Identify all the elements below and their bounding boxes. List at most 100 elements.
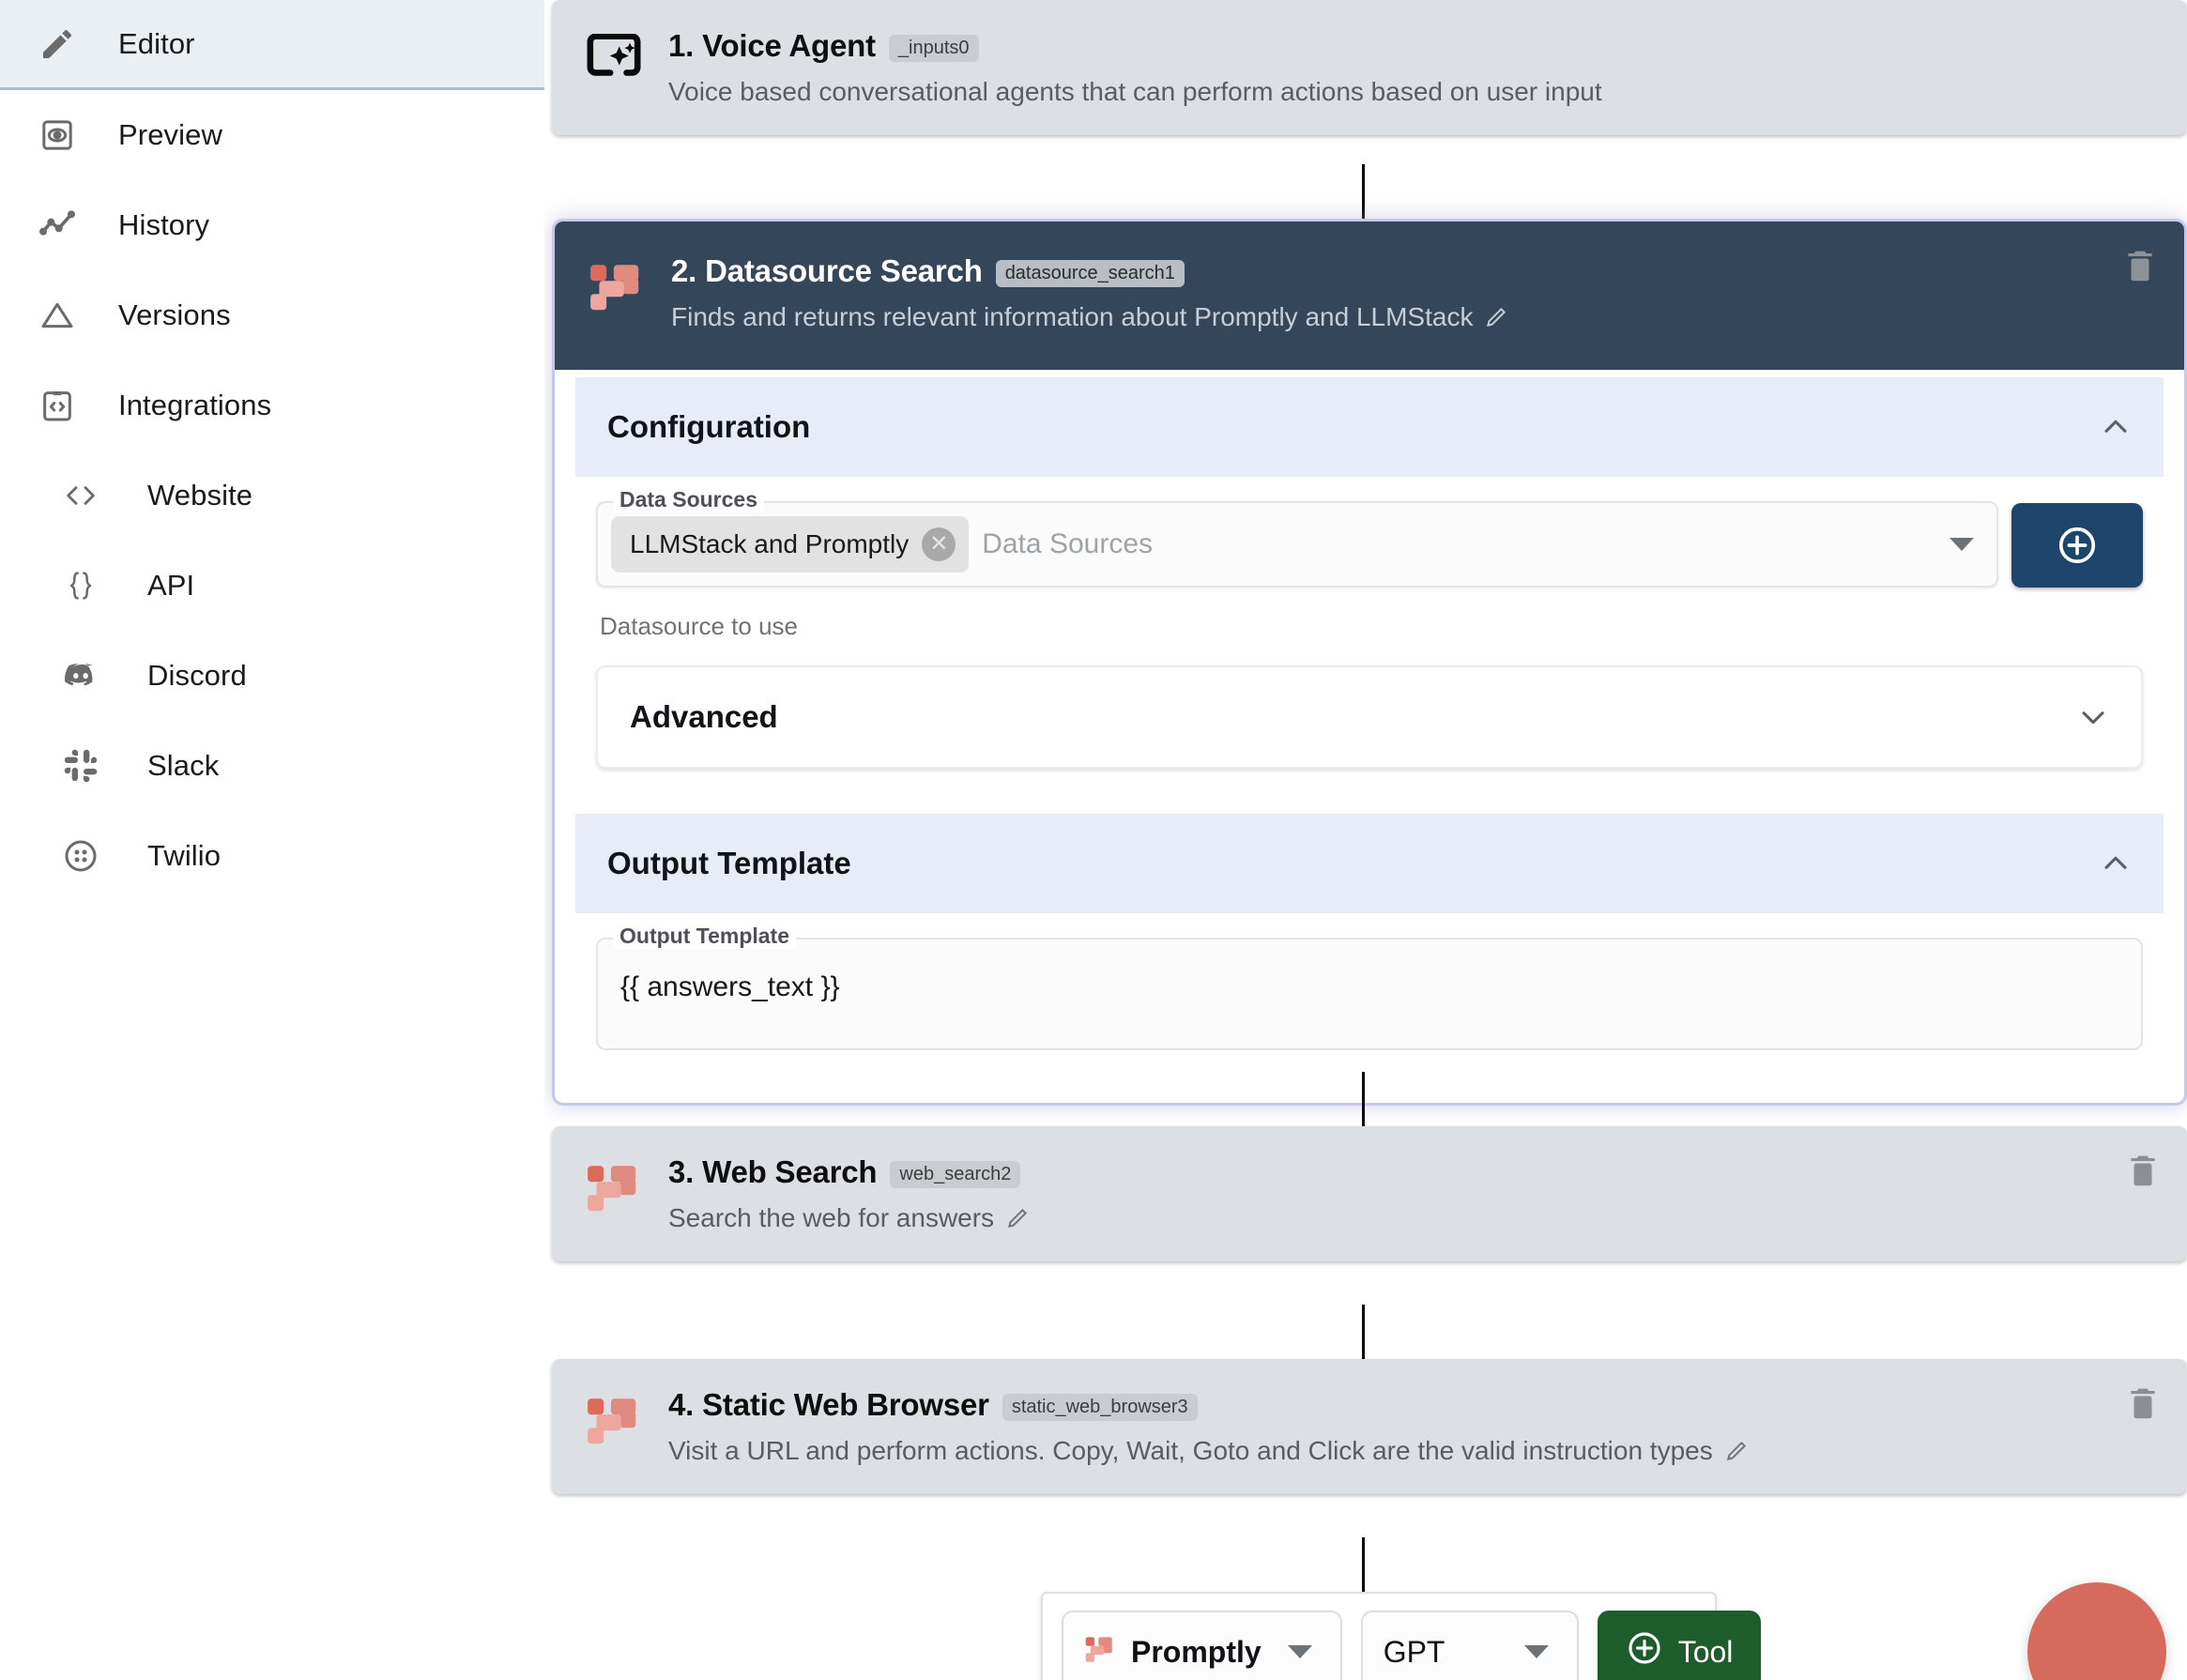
remove-chip-icon[interactable]: ✕ xyxy=(922,527,956,561)
edit-description-pencil-icon[interactable] xyxy=(1484,305,1508,329)
promptly-logo-icon xyxy=(580,1154,648,1218)
data-sources-field[interactable]: Data Sources LLMStack and Promptly ✕ Dat… xyxy=(596,487,1998,588)
node-text: 1. Voice Agent _inputs0 Voice based conv… xyxy=(648,28,2155,107)
line-chart-icon xyxy=(28,206,86,244)
data-sources-legend: Data Sources xyxy=(613,487,765,512)
chevron-down-icon[interactable] xyxy=(2077,701,2109,733)
code-board-icon xyxy=(28,387,86,424)
sidebar-item-label: API xyxy=(147,569,195,602)
provider-select-label: Promptly xyxy=(1131,1634,1262,1669)
chat-fab-button[interactable] xyxy=(2027,1582,2166,1680)
sidebar-item-api[interactable]: API xyxy=(0,541,544,631)
promptly-logo-icon xyxy=(580,1387,648,1451)
sidebar-item-label: Versions xyxy=(118,298,231,331)
sidebar-item-label: Slack xyxy=(147,749,220,782)
model-select[interactable]: GPT xyxy=(1360,1611,1579,1680)
workflow-canvas: 1. Voice Agent _inputs0 Voice based conv… xyxy=(544,0,2187,1680)
sidebar-item-twilio[interactable]: Twilio xyxy=(0,811,544,901)
node-description: Search the web for answers xyxy=(668,1203,995,1232)
node-description-row: Voice based conversational agents that c… xyxy=(668,77,2155,107)
advanced-subpanel-header[interactable]: Advanced xyxy=(596,665,2143,769)
sidebar-item-label: Website xyxy=(147,479,253,512)
configuration-panel-header[interactable]: Configuration xyxy=(575,377,2164,477)
sidebar-item-website[interactable]: Website xyxy=(0,451,544,541)
data-source-chip-label: LLMStack and Promptly xyxy=(630,529,910,558)
delete-node-icon[interactable] xyxy=(2125,1153,2161,1197)
delete-node-icon[interactable] xyxy=(2125,1385,2161,1429)
app-root: Editor Preview History Versions Integrat… xyxy=(0,0,2187,1680)
node-title-row: 2. Datasource Search datasource_search1 xyxy=(671,253,2152,289)
data-source-chip[interactable]: LLMStack and Promptly ✕ xyxy=(611,516,970,573)
sidebar-item-versions[interactable]: Versions xyxy=(0,270,544,360)
node-text: 3. Web Search web_search2 Search the web… xyxy=(648,1154,2155,1233)
node-description-row: Visit a URL and perform actions. Copy, W… xyxy=(668,1436,2155,1466)
node-body: Configuration Data Sources LLMStack and … xyxy=(555,370,2184,1078)
chevron-down-icon[interactable] xyxy=(1287,1645,1312,1658)
sidebar-item-history[interactable]: History xyxy=(0,180,544,270)
data-sources-input[interactable]: LLMStack and Promptly ✕ Data Sources xyxy=(596,501,1998,588)
delete-node-icon[interactable] xyxy=(2122,248,2158,292)
sidebar-item-editor[interactable]: Editor xyxy=(0,0,544,90)
sidebar-item-label: Preview xyxy=(118,118,222,151)
output-template-panel: Output Template Output Template {{ answe… xyxy=(575,814,2164,1078)
chevron-down-icon[interactable] xyxy=(1950,538,1974,551)
voice-agent-icon xyxy=(580,28,648,83)
node-description-row: Finds and returns relevant information a… xyxy=(671,302,2152,332)
node-title: 1. Voice Agent xyxy=(668,28,876,63)
edit-description-pencil-icon[interactable] xyxy=(1005,1206,1030,1230)
node-title-row: 3. Web Search web_search2 xyxy=(668,1154,2155,1190)
node-id-chip: datasource_search1 xyxy=(995,259,1185,287)
node-id-chip: web_search2 xyxy=(890,1160,1021,1188)
add-node-toolbar: Promptly GPT Tool xyxy=(1041,1592,1762,1680)
node-header: 3. Web Search web_search2 Search the web… xyxy=(552,1126,2187,1261)
add-datasource-button[interactable] xyxy=(2011,503,2143,588)
curly-braces-icon xyxy=(52,567,110,604)
slack-icon xyxy=(52,748,110,784)
model-select-label: GPT xyxy=(1383,1634,1445,1669)
node-header: 2. Datasource Search datasource_search1 … xyxy=(555,221,2184,370)
add-tool-button[interactable]: Tool xyxy=(1597,1611,1762,1680)
output-template-legend: Output Template xyxy=(613,924,797,949)
sidebar-item-label: Discord xyxy=(147,659,247,692)
advanced-subpanel-title: Advanced xyxy=(630,699,778,734)
sidebar-item-preview[interactable]: Preview xyxy=(0,90,544,180)
chevron-up-icon[interactable] xyxy=(2100,411,2132,443)
sidebar-item-label: Editor xyxy=(118,26,195,60)
node-datasource-search[interactable]: 2. Datasource Search datasource_search1 … xyxy=(552,219,2187,1106)
connector-3-4 xyxy=(1362,1305,1365,1359)
data-sources-row: Data Sources LLMStack and Promptly ✕ Dat… xyxy=(596,487,2143,595)
chevron-up-icon[interactable] xyxy=(2100,848,2132,879)
configuration-panel-body: Data Sources LLMStack and Promptly ✕ Dat… xyxy=(575,477,2164,789)
output-template-panel-title: Output Template xyxy=(607,846,851,880)
sidebar: Editor Preview History Versions Integrat… xyxy=(0,0,544,1680)
promptly-logo-icon xyxy=(583,253,650,317)
node-title: 2. Datasource Search xyxy=(671,253,983,288)
node-description: Visit a URL and perform actions. Copy, W… xyxy=(668,1436,1713,1465)
sidebar-item-discord[interactable]: Discord xyxy=(0,631,544,721)
plus-circle-icon xyxy=(1626,1629,1663,1674)
node-text: 2. Datasource Search datasource_search1 … xyxy=(650,253,2152,332)
node-title: 4. Static Web Browser xyxy=(668,1387,989,1422)
angle-brackets-icon xyxy=(52,477,110,514)
edit-description-pencil-icon[interactable] xyxy=(1724,1439,1749,1463)
node-voice-agent[interactable]: 1. Voice Agent _inputs0 Voice based conv… xyxy=(552,0,2187,135)
node-header: 4. Static Web Browser static_web_browser… xyxy=(552,1359,2187,1494)
node-web-search[interactable]: 3. Web Search web_search2 Search the web… xyxy=(552,1126,2187,1261)
node-id-chip: static_web_browser3 xyxy=(1002,1393,1198,1421)
sidebar-item-slack[interactable]: Slack xyxy=(0,721,544,811)
configuration-panel: Configuration Data Sources LLMStack and … xyxy=(575,377,2164,789)
sidebar-item-integrations[interactable]: Integrations xyxy=(0,360,544,451)
configuration-panel-title: Configuration xyxy=(607,409,811,444)
output-template-panel-header[interactable]: Output Template xyxy=(575,814,2164,913)
discord-icon xyxy=(52,657,110,695)
chevron-down-icon[interactable] xyxy=(1523,1645,1549,1658)
output-template-field[interactable]: Output Template {{ answers_text }} xyxy=(596,924,2143,1050)
provider-select[interactable]: Promptly xyxy=(1062,1611,1342,1680)
node-static-web-browser[interactable]: 4. Static Web Browser static_web_browser… xyxy=(552,1359,2187,1494)
eye-icon xyxy=(28,116,86,154)
output-template-textarea[interactable]: {{ answers_text }} xyxy=(596,938,2143,1050)
connector-4-toolbar xyxy=(1362,1537,1365,1592)
node-description: Voice based conversational agents that c… xyxy=(668,77,1602,106)
sidebar-item-label: Integrations xyxy=(118,389,272,421)
node-title-row: 4. Static Web Browser static_web_browser… xyxy=(668,1387,2155,1423)
